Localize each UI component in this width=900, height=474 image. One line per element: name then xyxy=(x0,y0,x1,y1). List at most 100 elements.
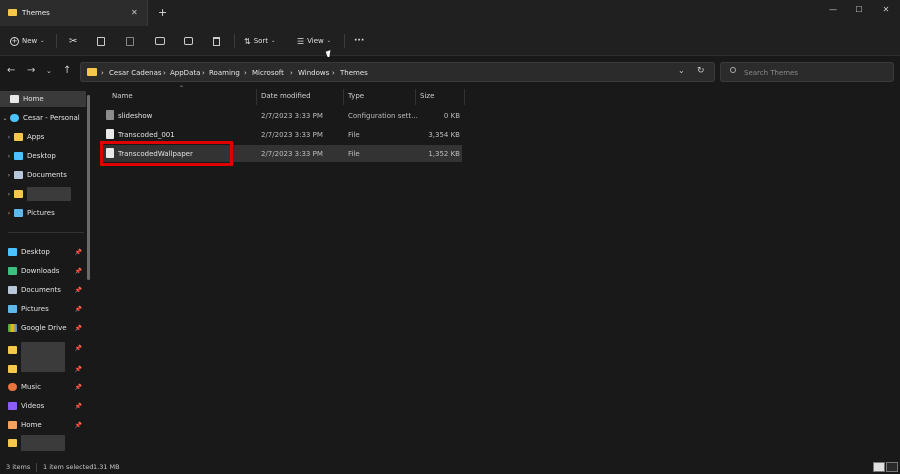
pin-icon[interactable]: 📌 xyxy=(75,403,82,410)
sidebar-item-cesar-personal[interactable]: ⌄ Cesar - Personal xyxy=(0,110,86,126)
breadcrumb-appdata[interactable]: AppData xyxy=(170,69,200,77)
chevron-right-icon[interactable]: › xyxy=(4,153,14,160)
chevron-right-icon[interactable]: › xyxy=(4,134,14,141)
quick-access-google-drive[interactable]: Google Drive 📌 xyxy=(8,320,86,336)
chevron-down-icon[interactable]: ⌄ xyxy=(0,115,10,122)
chevron-down-icon[interactable]: ⌄ xyxy=(46,66,52,76)
sidebar-item-pictures[interactable]: › Pictures xyxy=(4,205,90,221)
folder-icon xyxy=(8,439,17,447)
quick-access-documents[interactable]: Documents 📌 xyxy=(8,282,86,298)
file-name: Transcoded_001 xyxy=(118,131,175,139)
folder-icon xyxy=(87,68,97,76)
chevron-right-icon[interactable]: › xyxy=(4,210,14,217)
delete-icon[interactable] xyxy=(213,32,220,50)
chevron-right-icon[interactable]: › xyxy=(4,191,14,198)
minimize-icon[interactable]: — xyxy=(826,4,840,16)
cut-icon[interactable]: ✂ xyxy=(69,32,77,50)
sidebar-item-label: Documents xyxy=(27,171,67,179)
maximize-icon[interactable]: ☐ xyxy=(852,4,866,16)
up-arrow-icon[interactable]: ↑ xyxy=(63,66,71,76)
document-icon xyxy=(14,171,23,179)
sidebar-item-redacted[interactable]: › xyxy=(4,186,90,202)
sidebar-item-label: Pictures xyxy=(21,305,49,313)
breadcrumb-cesar-cadenas[interactable]: Cesar Cadenas xyxy=(109,69,162,77)
tab-title: Themes xyxy=(22,9,50,17)
sidebar-item-label: Documents xyxy=(21,286,61,294)
sidebar-item-desktop[interactable]: › Desktop xyxy=(4,148,90,164)
pin-icon[interactable]: 📌 xyxy=(75,422,82,429)
folder-icon xyxy=(14,190,23,198)
share-icon[interactable] xyxy=(184,32,193,50)
quick-access-desktop[interactable]: Desktop 📌 xyxy=(8,244,86,260)
view-button[interactable]: ☰ View ⌄ xyxy=(297,32,331,50)
search-input[interactable]: Search Themes xyxy=(720,62,894,82)
breadcrumb-separator: › xyxy=(290,69,293,77)
refresh-icon[interactable]: ↻ xyxy=(697,66,705,76)
breadcrumb-themes[interactable]: Themes xyxy=(340,69,368,77)
new-tab-icon[interactable]: + xyxy=(158,6,167,19)
chevron-right-icon[interactable]: › xyxy=(4,172,14,179)
home-icon xyxy=(8,421,17,429)
file-date: 2/7/2023 3:33 PM xyxy=(261,150,323,158)
quick-access-pictures[interactable]: Pictures 📌 xyxy=(8,301,86,317)
quick-access-redacted[interactable]: 📌 xyxy=(8,361,86,377)
details-view-icon[interactable] xyxy=(873,462,885,472)
address-bar[interactable]: › Cesar Cadenas › AppData › Roaming › Mi… xyxy=(80,62,715,82)
chevron-down-icon: ⌄ xyxy=(271,38,276,44)
copy-icon[interactable] xyxy=(97,32,105,50)
more-options-icon[interactable]: ··· xyxy=(354,32,364,50)
sidebar-item-apps[interactable]: › Apps xyxy=(4,129,90,145)
command-bar: + New ⌄ ✂ ⇅ Sort ⌄ ☰ View ⌄ ··· xyxy=(0,26,900,56)
divider xyxy=(36,463,37,472)
sidebar-item-label: Home xyxy=(23,95,44,103)
file-type: File xyxy=(348,150,360,158)
sidebar-item-label: Downloads xyxy=(21,267,60,275)
table-row[interactable]: slideshow 2/7/2023 3:33 PM Configuration… xyxy=(102,107,462,124)
quick-access-videos[interactable]: Videos 📌 xyxy=(8,398,86,414)
pictures-icon xyxy=(14,209,23,217)
pin-icon[interactable]: 📌 xyxy=(75,268,82,275)
column-header-size[interactable]: Size xyxy=(420,92,434,100)
pin-icon[interactable]: 📌 xyxy=(75,287,82,294)
breadcrumb-roaming[interactable]: Roaming xyxy=(209,69,240,77)
redacted-label xyxy=(27,187,71,201)
quick-access-music[interactable]: Music 📌 xyxy=(8,379,86,395)
pin-icon[interactable]: 📌 xyxy=(75,366,82,373)
pin-icon[interactable]: 📌 xyxy=(75,249,82,256)
column-divider xyxy=(415,89,416,105)
pin-icon[interactable]: 📌 xyxy=(75,384,82,391)
column-header-date[interactable]: Date modified xyxy=(261,92,311,100)
plus-circle-icon: + xyxy=(10,36,19,46)
sidebar-scrollbar[interactable] xyxy=(87,95,90,280)
folder-icon xyxy=(14,133,23,141)
column-header-type[interactable]: Type xyxy=(348,92,364,100)
breadcrumb-windows[interactable]: Windows xyxy=(298,69,329,77)
quick-access-downloads[interactable]: Downloads 📌 xyxy=(8,263,86,279)
quick-access-home[interactable]: Home 📌 xyxy=(8,417,86,433)
back-arrow-icon[interactable]: ← xyxy=(7,66,15,76)
quick-access-redacted[interactable] xyxy=(8,435,86,451)
sidebar-item-label: Desktop xyxy=(21,248,50,256)
highlight-box xyxy=(100,141,233,166)
rename-icon[interactable] xyxy=(155,32,165,50)
title-bar: Themes ✕ + — ☐ ✕ xyxy=(0,0,900,26)
new-button[interactable]: + New ⌄ xyxy=(10,32,44,50)
breadcrumb-microsoft[interactable]: Microsoft xyxy=(252,69,284,77)
sort-button[interactable]: ⇅ Sort ⌄ xyxy=(244,32,275,50)
pin-icon[interactable]: 📌 xyxy=(75,325,82,332)
column-divider xyxy=(343,89,344,105)
paste-icon[interactable] xyxy=(126,32,134,50)
pin-icon[interactable]: 📌 xyxy=(75,306,82,313)
tab-themes[interactable]: Themes ✕ xyxy=(0,0,148,26)
chevron-down-icon[interactable]: ⌄ xyxy=(678,66,685,75)
close-icon[interactable]: ✕ xyxy=(879,4,893,16)
file-size: 0 KB xyxy=(443,112,460,120)
sidebar-item-documents[interactable]: › Documents xyxy=(4,167,90,183)
forward-arrow-icon[interactable]: → xyxy=(27,66,35,76)
column-header-name[interactable]: Name xyxy=(112,92,133,100)
chevron-down-icon: ⌄ xyxy=(326,38,331,44)
pin-icon[interactable]: 📌 xyxy=(75,345,82,352)
tiles-view-icon[interactable] xyxy=(886,462,898,472)
close-tab-icon[interactable]: ✕ xyxy=(131,8,138,17)
sidebar-item-home[interactable]: Home xyxy=(0,91,86,107)
